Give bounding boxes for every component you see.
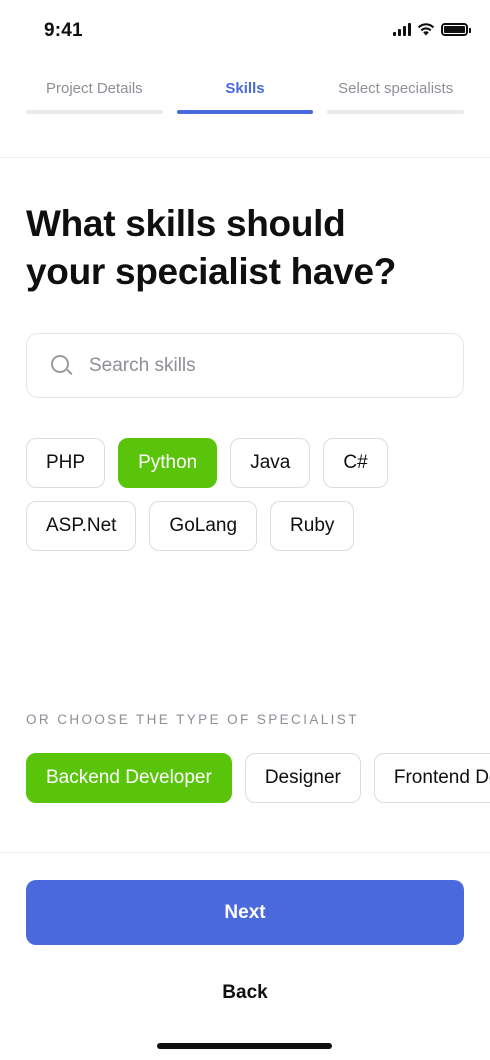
progress-stepper: Project Details Skills Select specialist… [26, 78, 465, 114]
status-time: 9:41 [44, 20, 83, 41]
skill-chip-golang[interactable]: GoLang [149, 501, 258, 551]
status-bar: 9:41 [0, 0, 490, 60]
header-divider [0, 157, 490, 158]
battery-icon [441, 22, 471, 36]
step-select-specialists[interactable]: Select specialists [327, 78, 465, 114]
status-icons [393, 22, 471, 36]
step-label: Project Details [45, 80, 143, 97]
back-button[interactable]: Back [0, 982, 490, 1004]
signal-icon [393, 22, 411, 36]
wifi-icon [417, 23, 435, 36]
specialist-type-list: Backend Developer Designer Frontend Deve… [26, 753, 490, 803]
skill-chip-python[interactable]: Python [118, 438, 218, 488]
specialist-section-label: OR CHOOSE THE TYPE OF SPECIALIST [26, 712, 359, 727]
step-project-details[interactable]: Project Details [26, 78, 163, 114]
step-progress-bar [26, 110, 163, 114]
step-progress-bar [327, 110, 465, 114]
page-title: What skills should your specialist have? [26, 200, 466, 296]
step-label: Skills [225, 80, 265, 97]
type-chip-designer[interactable]: Designer [244, 753, 361, 803]
skill-chip-java[interactable]: Java [230, 438, 311, 488]
skill-chips: PHP Python Java C# ASP.Net GoLang Ruby [26, 438, 466, 551]
specialist-type-scroller[interactable]: Backend Developer Designer Frontend Deve… [0, 740, 490, 820]
skill-chip-aspnet[interactable]: ASP.Net [26, 501, 137, 551]
step-skills[interactable]: Skills [176, 78, 314, 114]
step-progress-bar [176, 110, 314, 114]
search-icon [51, 354, 73, 377]
search-box[interactable] [26, 333, 464, 398]
skill-chip-php[interactable]: PHP [26, 438, 106, 488]
home-indicator [157, 1043, 332, 1049]
title-line-2: your specialist have? [26, 251, 397, 292]
skill-chip-csharp[interactable]: C# [323, 438, 388, 488]
next-button[interactable]: Next [26, 880, 464, 945]
type-chip-backend-developer[interactable]: Backend Developer [26, 753, 232, 803]
footer-divider [0, 852, 490, 853]
step-label: Select specialists [338, 80, 454, 97]
search-input[interactable] [89, 354, 449, 377]
skill-chip-ruby[interactable]: Ruby [270, 501, 355, 551]
title-line-1: What skills should [26, 203, 346, 244]
type-chip-frontend-developer[interactable]: Frontend Developer [373, 753, 490, 803]
